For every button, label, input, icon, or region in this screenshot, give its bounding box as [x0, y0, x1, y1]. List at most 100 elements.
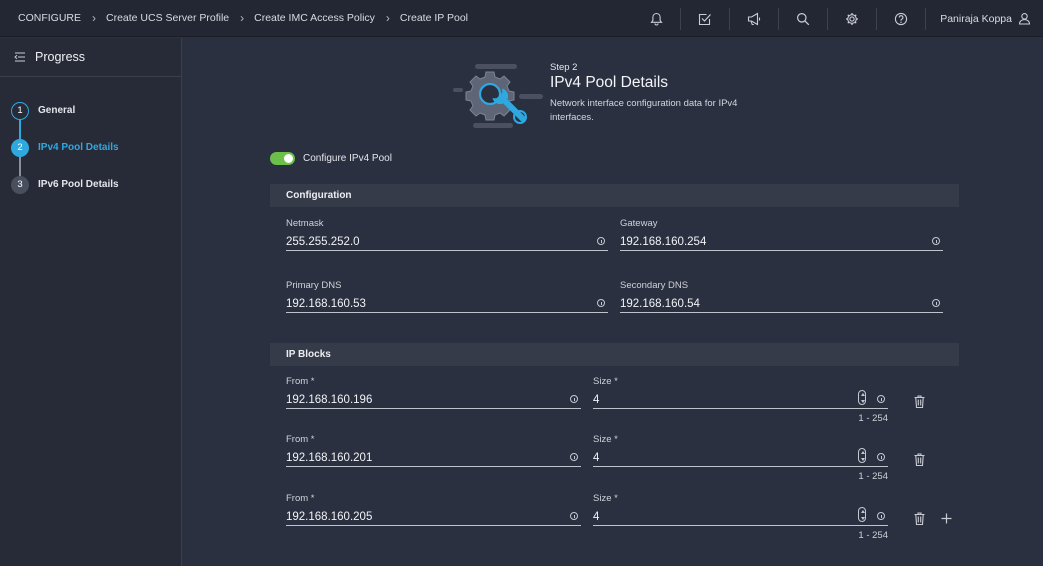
top-navigation-bar: CONFIGURE › Create UCS Server Profile › … [0, 0, 1043, 37]
chevron-right-icon: › [92, 11, 96, 25]
progress-step-general[interactable]: 1 General [0, 92, 181, 129]
user-icon [1018, 13, 1031, 25]
breadcrumb-create-imc-access-policy[interactable]: Create IMC Access Policy [254, 12, 375, 24]
step-number-badge: 2 [11, 138, 29, 157]
gateway-value: 192.168.160.254 [620, 236, 707, 248]
gateway-label: Gateway [620, 218, 658, 229]
search-icon[interactable] [793, 9, 813, 29]
toolbar-divider [876, 7, 878, 30]
progress-step-ipv4-pool-details[interactable]: 2 IPv4 Pool Details [0, 129, 181, 166]
secondary-dns-input[interactable]: 192.168.160.54 [620, 293, 943, 313]
chevron-right-icon: › [385, 11, 390, 25]
size-input[interactable]: 4 [593, 506, 888, 526]
configure-ipv4-pool-toggle[interactable] [270, 152, 295, 165]
ip-block-size-field: Size * 4 1 - 254 [593, 376, 888, 426]
step-number-badge: 1 [11, 101, 29, 120]
primary-dns-label: Primary DNS [286, 280, 342, 291]
add-ip-block-plus-icon[interactable] [941, 513, 952, 524]
primary-dns-field: Primary DNS 192.168.160.53 [286, 280, 608, 314]
info-icon[interactable] [877, 395, 885, 403]
secondary-dns-field: Secondary DNS 192.168.160.54 [620, 280, 943, 314]
secondary-dns-value: 192.168.160.54 [620, 298, 700, 310]
top-icons-group: Paniraja Koppa [632, 0, 1043, 37]
configuration-section-header: Configuration [270, 184, 959, 207]
step-label: IPv4 Pool Details [38, 142, 119, 153]
step-number-badge: 3 [11, 175, 29, 194]
netmask-input[interactable]: 255.255.252.0 [286, 231, 608, 251]
gear-icon[interactable] [842, 9, 862, 29]
step-label: General [38, 105, 76, 116]
collapse-menu-icon[interactable] [14, 52, 26, 62]
primary-dns-input[interactable]: 192.168.160.53 [286, 293, 608, 313]
info-icon[interactable] [570, 453, 578, 461]
progress-sidebar: Progress 1 General 2 IPv4 Pool Details 3… [0, 38, 182, 566]
netmask-value: 255.255.252.0 [286, 236, 360, 248]
trash-icon[interactable] [914, 395, 925, 408]
breadcrumb: CONFIGURE › Create UCS Server Profile › … [0, 11, 468, 25]
from-input[interactable]: 192.168.160.196 [286, 389, 581, 409]
ip-block-from-field: From * 192.168.160.196 [286, 376, 581, 410]
info-icon[interactable] [932, 237, 940, 245]
progress-title: Progress [35, 50, 86, 64]
trash-icon[interactable] [914, 453, 925, 466]
size-range-hint: 1 - 254 [858, 530, 888, 541]
bell-icon[interactable] [646, 9, 666, 29]
toolbar-divider [778, 7, 780, 30]
secondary-dns-label: Secondary DNS [620, 280, 689, 291]
from-value: 192.168.160.201 [286, 452, 373, 464]
from-input[interactable]: 192.168.160.201 [286, 447, 581, 467]
ip-block-from-field: From * 192.168.160.205 [286, 493, 581, 527]
ip-blocks-section-header: IP Blocks [270, 343, 959, 366]
ip-block-size-field: Size * 4 1 - 254 [593, 434, 888, 484]
ip-block-size-field: Size * 4 1 - 254 [593, 493, 888, 543]
info-icon[interactable] [932, 299, 940, 307]
from-label: From * [286, 376, 315, 387]
progress-step-ipv6-pool-details[interactable]: 3 IPv6 Pool Details [0, 166, 181, 203]
breadcrumb-configure[interactable]: CONFIGURE [18, 12, 81, 24]
megaphone-icon[interactable] [744, 9, 764, 29]
info-icon[interactable] [877, 453, 885, 461]
toolbar-divider [729, 7, 731, 30]
netmask-label: Netmask [286, 218, 324, 229]
progress-steps: 1 General 2 IPv4 Pool Details 3 IPv6 Poo… [0, 77, 181, 203]
size-input[interactable]: 4 [593, 447, 888, 467]
gateway-input[interactable]: 192.168.160.254 [620, 231, 943, 251]
configure-ipv4-pool-toggle-row[interactable]: Configure IPv4 Pool [270, 152, 392, 165]
page-title: IPv4 Pool Details [550, 74, 669, 91]
info-icon[interactable] [570, 512, 578, 520]
size-range-hint: 1 - 254 [858, 471, 888, 482]
size-label: Size * [593, 493, 618, 504]
info-icon[interactable] [597, 299, 605, 307]
help-icon[interactable] [891, 9, 911, 29]
info-icon[interactable] [597, 237, 605, 245]
info-icon[interactable] [877, 512, 885, 520]
from-label: From * [286, 434, 315, 445]
breadcrumb-create-ucs-server-profile[interactable]: Create UCS Server Profile [106, 12, 229, 24]
from-input[interactable]: 192.168.160.205 [286, 506, 581, 526]
gear-wrench-illustration-icon [453, 64, 543, 128]
ip-block-from-field: From * 192.168.160.201 [286, 434, 581, 468]
step-label: IPv6 Pool Details [38, 179, 119, 190]
size-stepper[interactable] [858, 448, 866, 463]
size-stepper[interactable] [858, 507, 866, 522]
page-description: Network interface configuration data for… [550, 98, 738, 123]
trash-icon[interactable] [914, 512, 925, 525]
size-label: Size * [593, 376, 618, 387]
gateway-field: Gateway 192.168.160.254 [620, 218, 943, 252]
user-name: Paniraja Koppa [940, 12, 1012, 25]
size-value: 4 [593, 511, 600, 523]
size-label: Size * [593, 434, 618, 445]
size-range-hint: 1 - 254 [858, 413, 888, 424]
main-content: Step 2 IPv4 Pool Details Network interfa… [183, 38, 1043, 566]
toolbar-divider [827, 7, 829, 30]
from-value: 192.168.160.196 [286, 394, 373, 406]
user-menu[interactable]: Paniraja Koppa [926, 12, 1043, 25]
size-input[interactable]: 4 [593, 389, 888, 409]
progress-header: Progress [0, 38, 181, 77]
chevron-right-icon: › [240, 11, 245, 25]
checklist-icon[interactable] [695, 9, 715, 29]
size-stepper[interactable] [858, 390, 866, 405]
from-label: From * [286, 493, 315, 504]
netmask-field: Netmask 255.255.252.0 [286, 218, 608, 252]
info-icon[interactable] [570, 395, 578, 403]
